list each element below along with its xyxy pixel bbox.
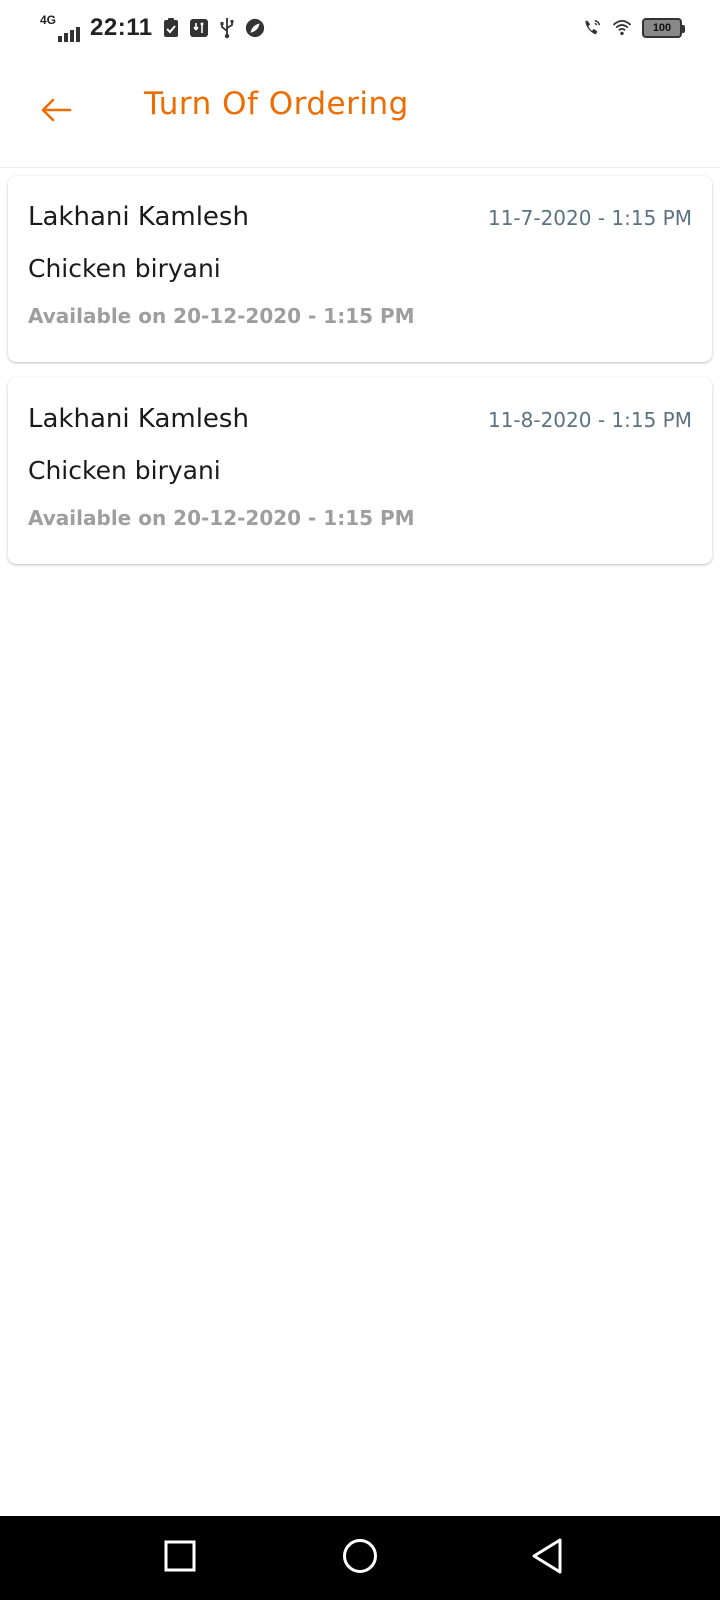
page-title: Turn Of Ordering	[144, 86, 409, 122]
triangle-back-icon	[530, 1538, 566, 1578]
circle-icon	[342, 1538, 378, 1578]
wifi-icon	[612, 17, 632, 39]
arrow-left-icon	[40, 98, 72, 126]
available-date: Available on 20-12-2020 - 1:15 PM	[28, 304, 415, 328]
leaf-icon	[245, 17, 265, 39]
usb-debug-icon	[189, 17, 209, 39]
available-date: Available on 20-12-2020 - 1:15 PM	[28, 506, 415, 530]
order-item: Chicken biryani	[28, 456, 221, 485]
square-icon	[164, 1540, 196, 1576]
screen: 4G 22:11 100 Turn Of Ordering Lakhani Ka…	[0, 0, 720, 1600]
order-item: Chicken biryani	[28, 254, 221, 283]
recent-apps-button[interactable]	[156, 1534, 204, 1582]
usb-icon	[217, 17, 237, 39]
app-bar: Turn Of Ordering	[0, 56, 720, 168]
order-list: Lakhani Kamlesh 11-7-2020 - 1:15 PM Chic…	[8, 176, 712, 580]
network-type: 4G	[40, 13, 57, 27]
clipboard-check-icon	[161, 17, 181, 39]
back-button[interactable]	[36, 92, 76, 132]
signal-icon	[58, 22, 81, 42]
order-card[interactable]: Lakhani Kamlesh 11-8-2020 - 1:15 PM Chic…	[8, 378, 712, 564]
status-right: 100	[582, 14, 685, 42]
system-nav-bar	[0, 1516, 720, 1600]
order-date: 11-8-2020 - 1:15 PM	[487, 408, 692, 432]
status-left: 4G 22:11	[40, 12, 265, 44]
status-bar: 4G 22:11 100	[0, 0, 720, 56]
customer-name: Lakhani Kamlesh	[28, 404, 249, 434]
status-time: 22:11	[90, 14, 153, 41]
customer-name: Lakhani Kamlesh	[28, 202, 249, 232]
order-card[interactable]: Lakhani Kamlesh 11-7-2020 - 1:15 PM Chic…	[8, 176, 712, 362]
battery-icon: 100	[642, 18, 685, 38]
order-date: 11-7-2020 - 1:15 PM	[487, 206, 692, 230]
nav-back-button[interactable]	[524, 1534, 572, 1582]
home-button[interactable]	[336, 1534, 384, 1582]
wifi-call-icon	[582, 17, 602, 39]
